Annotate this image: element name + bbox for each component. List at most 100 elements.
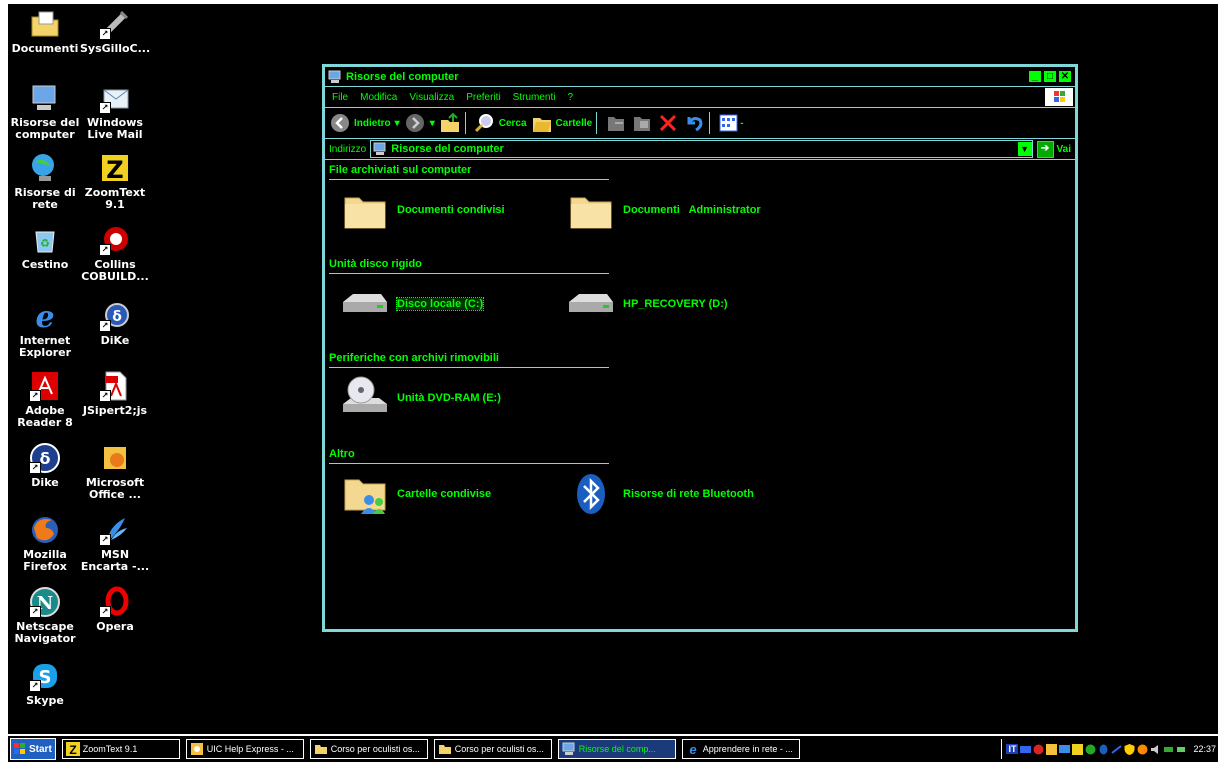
desktop: Documenti Risorse del computer Risorse d… <box>8 4 1218 734</box>
go-button[interactable]: ➔ Vai <box>1036 140 1071 158</box>
task-label: ZoomText 9.1 <box>82 744 138 754</box>
undo-button[interactable] <box>683 112 705 134</box>
desktop-icon-cestino[interactable]: ♻ Cestino <box>10 224 80 271</box>
up-folder-button[interactable] <box>439 112 461 134</box>
desktop-icon-label: DiKe <box>100 334 130 347</box>
tray-icon-update[interactable] <box>1085 744 1096 755</box>
toolbar-separator <box>464 112 466 134</box>
dropdown-arrow-icon[interactable]: ▾ <box>430 118 435 129</box>
hard-drive-icon <box>569 294 613 312</box>
desktop-icon-firefox[interactable]: Mozilla Firefox <box>10 514 80 573</box>
content-pane: File archiviati sul computer Documenti c… <box>325 160 1075 629</box>
item-cartelle-condivise[interactable]: Cartelle condivise <box>341 470 491 518</box>
desktop-icon-collins[interactable]: ↗ Collins COBUILD... <box>80 224 150 283</box>
forward-button[interactable]: ▾ <box>404 112 435 134</box>
task-corso-1[interactable]: Corso per oculisti os... <box>309 739 428 759</box>
delete-button[interactable] <box>657 112 679 134</box>
desktop-icon-zoomtext[interactable]: Z ZoomText 9.1 <box>80 152 150 211</box>
address-dropdown-icon[interactable]: ▼ <box>1017 142 1032 156</box>
tray-icon-security[interactable] <box>1033 744 1044 755</box>
item-documenti-condivisi[interactable]: Documenti condivisi <box>341 186 505 234</box>
item-documenti-administrator[interactable]: Documenti Administrator <box>567 186 761 234</box>
address-label: Indirizzo <box>329 143 367 155</box>
desktop-icon-documenti[interactable]: Documenti <box>10 8 80 55</box>
mail-icon <box>190 743 203 755</box>
desktop-icon-microsoft-office[interactable]: Microsoft Office ... <box>80 442 150 501</box>
menu-strumenti[interactable]: Strumenti <box>513 92 556 103</box>
item-risorse-bluetooth[interactable]: Risorse di rete Bluetooth <box>567 470 754 518</box>
tray-icon-volume[interactable] <box>1150 744 1161 755</box>
desktop-icon-dike-2[interactable]: δ ↗ DiKe <box>80 300 150 347</box>
tray-icon-zoomtext[interactable] <box>1072 743 1084 755</box>
svg-text:e: e <box>689 742 696 756</box>
tray-icon-display[interactable] <box>1059 744 1071 755</box>
copy-to-button[interactable] <box>631 112 653 134</box>
folders-button[interactable]: Cartelle <box>531 112 592 134</box>
back-label: Indietro <box>354 117 391 129</box>
move-to-button[interactable] <box>605 112 627 134</box>
menu-modifica[interactable]: Modifica <box>360 92 397 103</box>
dropdown-arrow-icon[interactable]: ▾ <box>395 118 400 129</box>
dvd-drive-icon <box>343 376 387 412</box>
window-title: Risorse del computer <box>346 70 459 83</box>
window-titlebar[interactable]: Risorse del computer _ □ ✕ <box>325 67 1075 87</box>
item-disco-locale-c[interactable]: Disco locale (C:) <box>341 280 485 328</box>
task-risorse-computer[interactable]: Risorse del comp... <box>557 739 676 759</box>
menu-file[interactable]: File <box>332 92 348 103</box>
start-button[interactable]: Start <box>10 738 56 760</box>
up-folder-icon <box>440 112 459 132</box>
folder-icon <box>314 745 327 754</box>
shortcut-arrow-icon: ↗ <box>29 606 41 618</box>
task-uic-help[interactable]: UIC Help Express - ... <box>185 739 304 759</box>
tray-icon-wireless[interactable] <box>1111 744 1123 755</box>
recycle-bin-icon: ♻ <box>35 231 55 253</box>
desktop-icon-label: JSipert2;js <box>82 404 148 417</box>
search-button[interactable]: Cerca <box>474 112 527 134</box>
desktop-icon-internet-explorer[interactable]: e Internet Explorer <box>10 300 80 359</box>
desktop-icon-label: SysGilloC... <box>80 42 151 55</box>
close-button[interactable]: ✕ <box>1058 70 1072 83</box>
desktop-icon-label: Adobe Reader 8 <box>17 404 73 429</box>
desktop-icon-label: Skype <box>26 694 64 707</box>
task-corso-2[interactable]: Corso per oculisti os... <box>433 739 552 759</box>
item-dvd-ram-e[interactable]: Unità DVD-RAM (E:) <box>341 374 501 422</box>
menu-visualizza[interactable]: Visualizza <box>409 92 454 103</box>
maximize-button[interactable]: □ <box>1043 70 1057 83</box>
desktop-icon-adobe-reader[interactable]: ↗ Adobe Reader 8 <box>10 370 80 429</box>
tray-icon-usb[interactable] <box>1163 744 1174 755</box>
item-label: Unità DVD-RAM (E:) <box>397 392 501 404</box>
shortcut-arrow-icon: ↗ <box>29 462 41 474</box>
desktop-icon-msn-encarta[interactable]: ↗ MSN Encarta -... <box>80 514 150 573</box>
folders-icon <box>532 118 551 132</box>
tray-icon-warning[interactable] <box>1137 744 1148 755</box>
address-input[interactable]: Risorse del computer ▼ <box>370 140 1033 158</box>
desktop-icon-risorse-rete[interactable]: Risorse di rete <box>10 152 80 211</box>
tray-icon-network[interactable] <box>1020 744 1032 755</box>
tray-icon-mail[interactable] <box>1046 743 1058 755</box>
item-label: Disco locale (C:) <box>395 297 485 311</box>
item-hp-recovery-d[interactable]: HP_RECOVERY (D:) <box>567 280 728 328</box>
menu-help[interactable]: ? <box>567 92 573 103</box>
language-indicator[interactable]: IT <box>1006 744 1019 754</box>
tray-icon-power[interactable] <box>1176 744 1187 755</box>
clock[interactable]: 22:37 <box>1193 744 1216 754</box>
tray-icon-bluetooth[interactable] <box>1098 744 1109 755</box>
desktop-icon-netscape[interactable]: N ↗ Netscape Navigator <box>10 586 80 645</box>
desktop-icon-sysgillo[interactable]: ↗ SysGilloC... <box>80 8 150 55</box>
desktop-icon-skype[interactable]: S ↗ Skype <box>10 660 80 707</box>
tray-icon-shield[interactable] <box>1124 743 1135 755</box>
menu-preferiti[interactable]: Preferiti <box>466 92 500 103</box>
desktop-icon-risorse-computer[interactable]: Risorse del computer <box>10 82 80 141</box>
views-button[interactable]: - <box>718 112 744 134</box>
desktop-icon-windows-live-mail[interactable]: ↗ Windows Live Mail <box>80 82 150 141</box>
task-apprendere[interactable]: e Apprendere in rete - ... <box>681 739 800 759</box>
desktop-icon-jsipert[interactable]: ↗ JSipert2;js <box>80 370 150 417</box>
dropdown-arrow-icon[interactable]: - <box>740 118 743 129</box>
desktop-icon-dike[interactable]: δ ↗ Dike <box>10 442 80 489</box>
desktop-icon-opera[interactable]: ↗ Opera <box>80 586 150 633</box>
back-button[interactable]: Indietro ▾ <box>329 112 400 134</box>
task-zoomtext[interactable]: Z ZoomText 9.1 <box>61 739 180 759</box>
minimize-button[interactable]: _ <box>1028 70 1042 83</box>
group-header: Unità disco rigido <box>329 258 609 274</box>
search-icon <box>474 114 493 133</box>
